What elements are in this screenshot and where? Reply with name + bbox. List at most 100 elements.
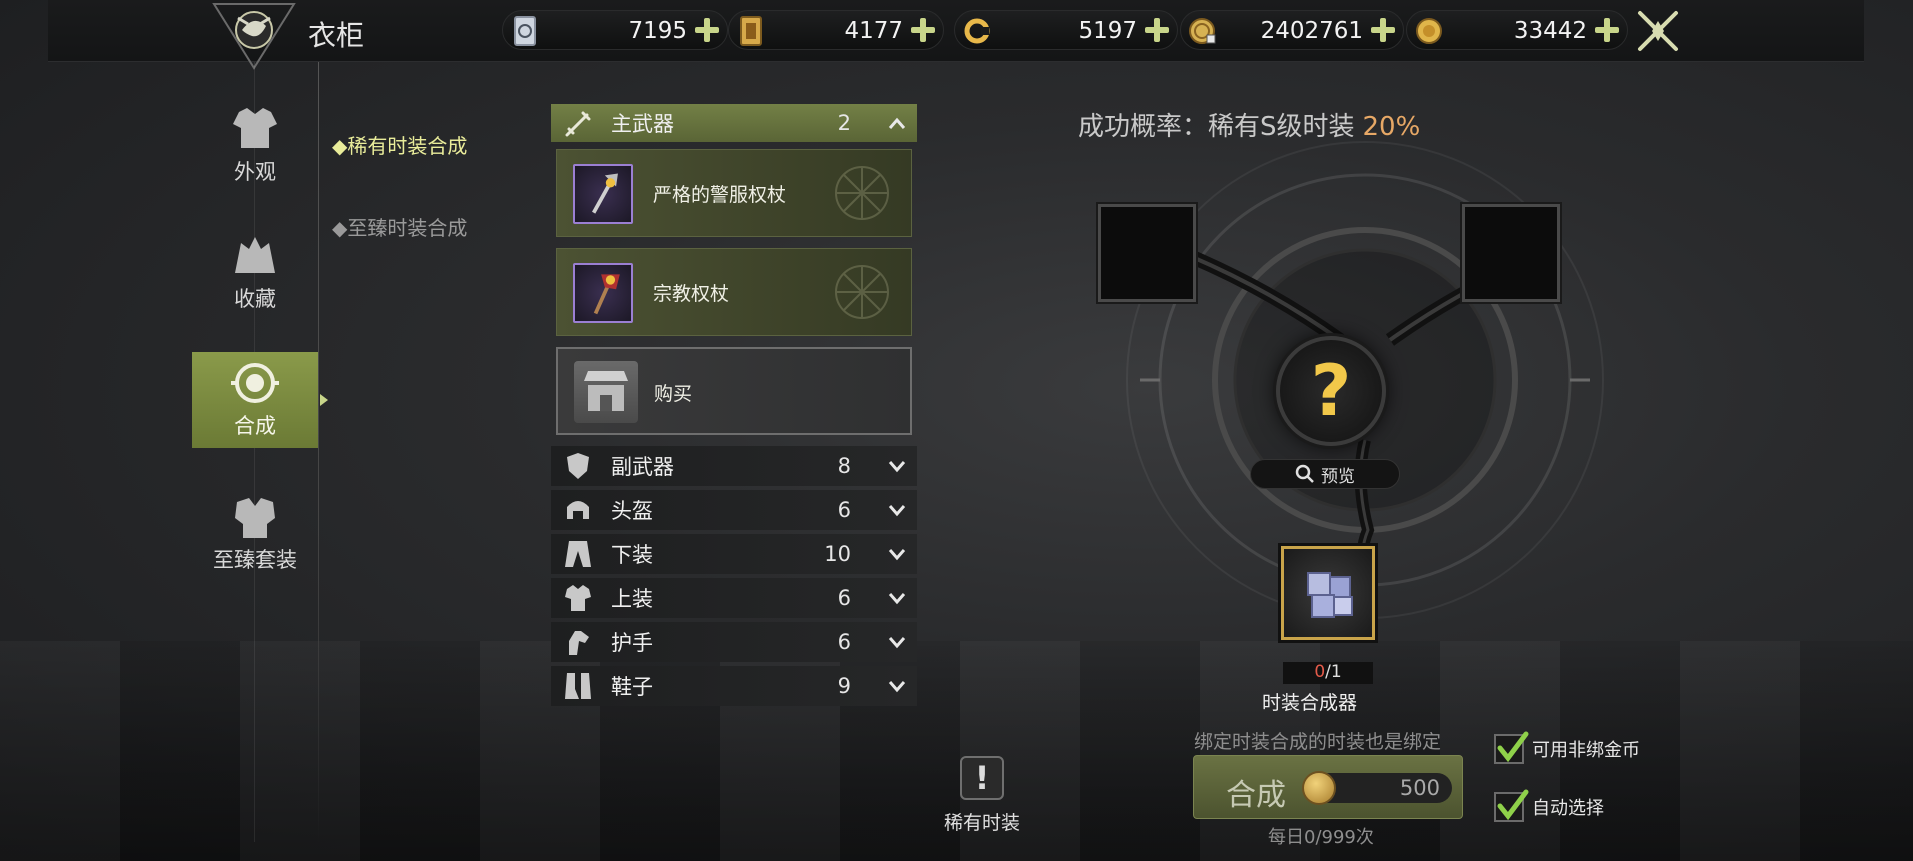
preview-button[interactable]: 预览 (1250, 459, 1400, 489)
subnav-divider (318, 62, 319, 842)
currency-swirl: 5197 (954, 10, 1178, 50)
magnifier-icon (1295, 464, 1314, 483)
preview-label: 预览 (1321, 466, 1355, 487)
subnav-rare-synthesis[interactable]: ◆稀有时装合成 (332, 130, 467, 159)
currency-gold-card-value: 4177 (844, 18, 903, 44)
chevron-down-icon (888, 461, 906, 473)
synthesize-button[interactable]: 合成 500 (1193, 755, 1463, 819)
chevron-down-icon (888, 637, 906, 649)
nav-item-label: 至臻套装 (213, 548, 297, 572)
costume-item-religious-scepter[interactable]: 宗教权杖 (556, 248, 912, 336)
currency-bound-gold: 2402761 (1180, 10, 1404, 50)
category-count: 9 (837, 674, 851, 698)
chest-armor-icon (565, 585, 591, 611)
buy-button[interactable]: 购买 (556, 347, 912, 435)
synthesize-label: 合成 (1226, 778, 1286, 813)
collection-icon (235, 237, 275, 273)
currency-swirl-value: 5197 (1078, 18, 1137, 44)
web-emblem-icon (835, 166, 889, 220)
category-count: 10 (824, 542, 851, 566)
success-rate: 成功概率：稀有S级时装 20% (1078, 106, 1420, 143)
category-label: 头盔 (611, 499, 653, 523)
pants-icon (565, 541, 591, 567)
synthesis-cost: 500 (1302, 771, 1452, 805)
armor-icon (233, 108, 277, 148)
sword-icon (565, 111, 591, 137)
material-slot-right[interactable] (1462, 204, 1560, 302)
category-main-weapon[interactable]: 主武器 2 (551, 104, 917, 142)
category-count: 6 (837, 498, 851, 522)
material-slot-left[interactable] (1098, 204, 1196, 302)
item-thumbnail (573, 263, 633, 323)
option-use-unbound-gold[interactable]: 可用非绑金币 (1494, 731, 1640, 764)
rare-costume-label: 稀有时装 (943, 812, 1020, 834)
category-secondary-weapon[interactable]: 副武器 8 (551, 446, 917, 486)
category-count: 6 (837, 586, 851, 610)
category-bottoms[interactable]: 下装 10 (551, 534, 917, 574)
add-ticket-button[interactable] (693, 16, 721, 44)
success-rate-value: 20% (1362, 112, 1421, 142)
chevron-down-icon (888, 505, 906, 517)
add-gold-card-button[interactable] (909, 16, 937, 44)
item-name: 宗教权杖 (653, 283, 730, 305)
option-label: 自动选择 (1532, 798, 1604, 819)
checkbox-auto-select[interactable] (1494, 789, 1529, 822)
add-bound-gold-button[interactable] (1369, 16, 1397, 44)
exclamation-icon: ! (960, 756, 1004, 800)
gauntlet-icon (569, 631, 589, 655)
currency-gold-coin: 33442 (1406, 10, 1628, 50)
scepter-icon (593, 274, 620, 315)
option-auto-select[interactable]: 自动选择 (1494, 789, 1604, 822)
category-label: 副武器 (611, 455, 674, 479)
nav-item-label: 外观 (234, 160, 276, 184)
item-thumbnail (573, 164, 633, 224)
result-question-icon: ? (1276, 336, 1386, 446)
category-label: 主武器 (611, 112, 674, 136)
costume-item-strict-police-scepter[interactable]: 严格的警服权杖 (556, 149, 912, 237)
nav-item-premium-set[interactable]: 至臻套装 (192, 486, 318, 582)
category-label: 护手 (611, 631, 653, 655)
scepter-icon (592, 173, 618, 214)
item-name: 严格的警服权杖 (653, 184, 787, 206)
nav-item-appearance[interactable]: 外观 (192, 98, 318, 194)
material-count: 0/1 (1283, 662, 1373, 684)
category-gloves[interactable]: 护手 6 (551, 622, 917, 662)
category-count: 6 (837, 630, 851, 654)
nav-item-label: 收藏 (234, 287, 276, 311)
chevron-up-icon (888, 117, 906, 129)
synthesis-cost-value: 500 (1399, 776, 1440, 800)
rare-costume-button[interactable]: ! 稀有时装 (938, 756, 1026, 835)
add-swirl-button[interactable] (1143, 16, 1171, 44)
currency-gold-coin-value: 33442 (1513, 18, 1587, 44)
page-title: 衣柜 (308, 19, 365, 52)
nav-item-label: 合成 (234, 414, 276, 438)
currency-bound-gold-value: 2402761 (1260, 18, 1363, 44)
gold-coin-icon (1302, 771, 1336, 805)
category-helmet[interactable]: 头盔 6 (551, 490, 917, 530)
daily-limit: 每日0/999次 (1268, 827, 1374, 848)
category-tops[interactable]: 上装 6 (551, 578, 917, 618)
currency-ticket-value: 7195 (628, 18, 687, 44)
bound-gold-coin-icon (1189, 18, 1216, 44)
nav-item-collection[interactable]: 收藏 (192, 225, 318, 321)
gold-card-icon (740, 16, 762, 46)
currency-gold-card: 4177 (728, 10, 944, 50)
close-icon[interactable] (1634, 7, 1682, 55)
subnav-premium-synthesis[interactable]: ◆至臻时装合成 (332, 212, 467, 241)
helmet-icon (567, 501, 589, 519)
category-label: 鞋子 (611, 675, 653, 699)
set-icon (235, 498, 275, 538)
bind-note: 绑定时装合成的时装也是绑定 (1194, 731, 1442, 753)
shield-icon (567, 453, 589, 479)
synthesizer-material-slot[interactable] (1281, 546, 1375, 640)
ticket-card-icon (514, 16, 536, 46)
checkmark-icon (1497, 731, 1529, 763)
category-shoes[interactable]: 鞋子 9 (551, 666, 917, 706)
add-gold-coin-button[interactable] (1593, 16, 1621, 44)
swirl-token-icon (964, 18, 990, 44)
material-count-need: /1 (1325, 662, 1342, 682)
buy-label: 购买 (654, 383, 693, 405)
shop-icon (574, 361, 638, 423)
checkbox-use-unbound-gold[interactable] (1494, 731, 1529, 764)
nav-item-synthesis[interactable]: 合成 (192, 352, 328, 448)
